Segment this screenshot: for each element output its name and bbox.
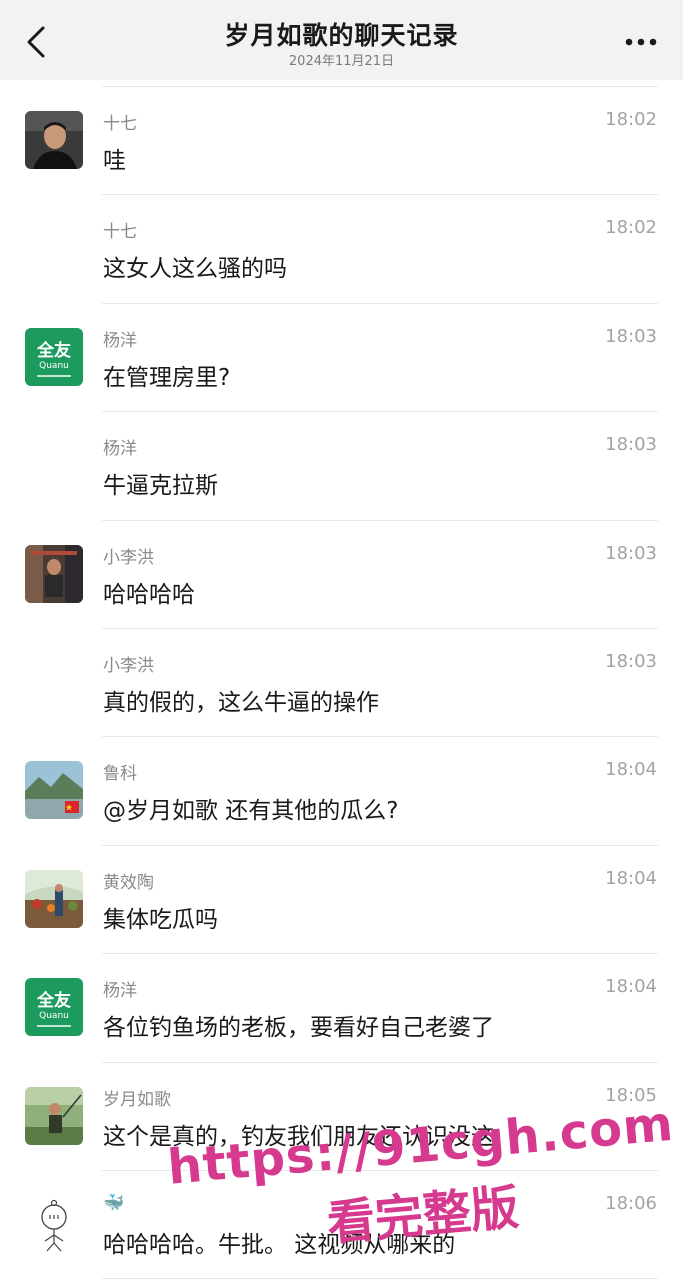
message-time: 18:04 — [605, 867, 657, 889]
message-item[interactable]: 小李洪 18:03 哈哈哈哈 — [0, 521, 683, 629]
logo-text: 全友 — [36, 340, 71, 361]
avatar[interactable]: 全友 Quanu — [25, 327, 83, 386]
message-text: 哇 — [103, 148, 126, 174]
sender-name: 十七 — [103, 114, 137, 134]
sender-name: 🐳 — [103, 1192, 125, 1213]
chat-header: 岁月如歌的聊天记录 2024年11月21日 — [0, 0, 683, 80]
message-time: 18:03 — [605, 650, 657, 672]
page-date: 2024年11月21日 — [288, 54, 395, 69]
avatar[interactable] — [25, 869, 83, 928]
avatar[interactable] — [25, 111, 83, 169]
logo-subtext: Quanu — [39, 361, 69, 371]
logo-text: 全友 — [36, 990, 71, 1011]
more-dots-icon — [625, 38, 657, 46]
page-title: 岁月如歌的聊天记录 — [224, 21, 459, 50]
message-time: 18:03 — [605, 325, 657, 347]
avatar[interactable] — [25, 544, 83, 603]
divider — [102, 1278, 658, 1280]
message-time: 18:03 — [605, 434, 657, 456]
sender-name: 杨洋 — [103, 330, 137, 351]
message-item[interactable]: 鲁科 18:04 @岁月如歌 还有其他的瓜么? — [0, 737, 683, 846]
message-item[interactable]: 十七 18:02 哇 — [0, 87, 683, 196]
more-button[interactable] — [619, 22, 663, 62]
message-item[interactable]: 小李洪 18:03 真的假的，这么牛逼的操作 — [0, 629, 683, 738]
avatar[interactable] — [25, 1194, 83, 1253]
message-item[interactable]: 黄效陶 18:04 集体吃瓜吗 — [0, 846, 683, 955]
sender-name: 小李洪 — [103, 655, 154, 676]
sender-name: 鲁科 — [103, 764, 137, 785]
message-text: 真的假的，这么牛逼的操作 — [103, 689, 379, 716]
message-text: 集体吃瓜吗 — [103, 906, 218, 933]
message-text: 各位钓鱼场的老板，要看好自己老婆了 — [103, 1015, 494, 1042]
message-time: 18:04 — [605, 976, 657, 998]
message-item[interactable]: 全友 Quanu 杨洋 18:03 在管理房里? — [0, 304, 683, 413]
logo-subtext: Quanu — [39, 1011, 69, 1021]
message-text: @岁月如歌 还有其他的瓜么? — [103, 798, 399, 825]
message-time: 18:04 — [605, 759, 657, 781]
message-time: 18:03 — [605, 542, 657, 564]
sender-name: 杨洋 — [103, 981, 137, 1002]
message-item[interactable]: 十七 18:02 这女人这么骚的吗 — [0, 195, 683, 304]
sender-name: 岁月如歌 — [103, 1089, 171, 1110]
message-text: 哈哈哈哈 — [103, 581, 195, 608]
avatar[interactable] — [25, 761, 83, 820]
message-time: 18:02 — [605, 109, 657, 130]
sender-name: 十七 — [103, 222, 137, 243]
message-text: 在管理房里? — [103, 364, 231, 391]
message-list[interactable]: 十七 18:02 哇 十七 18:02 这女人这么骚的吗 全友 Quanu 杨洋… — [0, 87, 683, 1280]
message-item[interactable]: 杨洋 18:03 牛逼克拉斯 — [0, 412, 683, 521]
message-text: 这女人这么骚的吗 — [103, 256, 287, 283]
avatar[interactable] — [25, 1086, 83, 1145]
message-item[interactable]: 全友 Quanu 杨洋 18:04 各位钓鱼场的老板，要看好自己老婆了 — [0, 954, 683, 1063]
avatar[interactable]: 全友 Quanu — [25, 978, 83, 1037]
sender-name: 小李洪 — [103, 547, 154, 568]
message-text: 牛逼克拉斯 — [103, 473, 218, 500]
sender-name: 黄效陶 — [103, 872, 154, 893]
sender-name: 杨洋 — [103, 439, 137, 460]
message-time: 18:02 — [605, 217, 657, 239]
